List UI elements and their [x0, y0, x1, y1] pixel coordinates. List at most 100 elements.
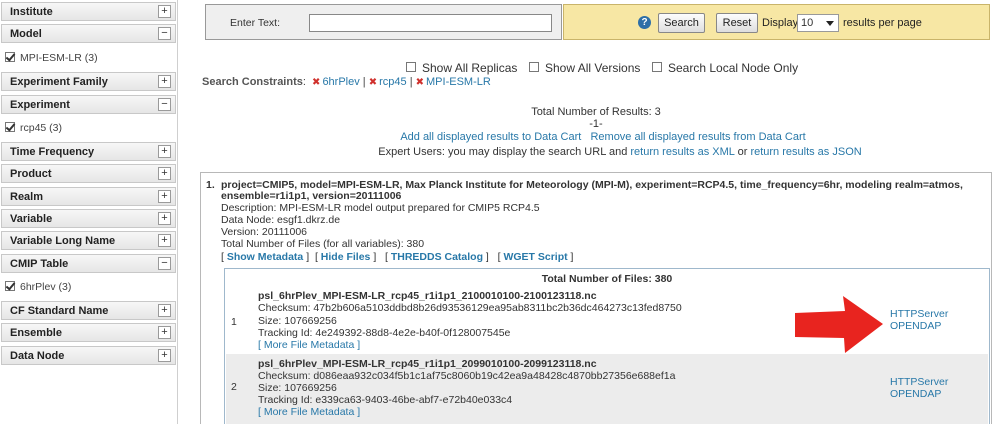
facet-variable[interactable]: Variable + — [1, 209, 176, 228]
search-text-panel: Enter Text: — [205, 4, 562, 40]
file-name: psl_6hrPlev_MPI-ESM-LR_rcp45_r1i1p1_2100… — [258, 290, 597, 302]
display-label: Display — [762, 17, 799, 29]
constraint-mpi-esm-lr[interactable]: MPI-ESM-LR — [426, 76, 491, 88]
red-arrow-icon — [795, 296, 883, 353]
facet-institute[interactable]: Institute + — [1, 2, 176, 21]
facet-title: CMIP Table — [10, 258, 69, 270]
facet-realm[interactable]: Realm + — [1, 187, 176, 206]
page-indicator[interactable]: -1- — [496, 118, 696, 130]
expand-icon[interactable]: + — [158, 190, 171, 203]
file-index: 2 — [231, 381, 237, 393]
opendap-link[interactable]: OPENDAP — [890, 320, 941, 332]
remove-constraint-icon[interactable]: ✖ — [369, 77, 377, 88]
results-per-page-label: results per page — [843, 17, 922, 29]
or-text: or — [737, 146, 748, 158]
facet-title: Model — [10, 28, 42, 40]
facet-title: Ensemble — [10, 327, 62, 339]
facet-time-frequency[interactable]: Time Frequency + — [1, 142, 176, 161]
total-results: Total Number of Results: 3 — [531, 106, 661, 118]
collapse-icon[interactable]: − — [158, 27, 171, 40]
result-description: Description: MPI-ESM-LR model output pre… — [221, 202, 540, 214]
expand-icon[interactable]: + — [158, 349, 171, 362]
constraint-rcp45[interactable]: rcp45 — [379, 76, 407, 88]
constraint-6hrplev[interactable]: 6hrPlev — [322, 76, 359, 88]
facet-value-mpi-esm-lr[interactable]: MPI-ESM-LR (3) — [5, 52, 98, 68]
httpserver-link[interactable]: HTTPServer — [890, 308, 948, 320]
more-file-metadata-link[interactable]: [ More File Metadata ] — [258, 339, 360, 351]
expand-icon[interactable]: + — [158, 212, 171, 225]
facet-value-6hrplev[interactable]: 6hrPlev (3) — [5, 281, 71, 297]
add-all-to-cart-link[interactable]: Add all displayed results to Data Cart — [400, 131, 581, 143]
expand-icon[interactable]: + — [158, 326, 171, 339]
results-json-link[interactable]: return results as JSON — [750, 146, 861, 158]
search-input[interactable] — [309, 14, 552, 32]
facet-model[interactable]: Model − — [1, 24, 176, 43]
facet-experiment-family[interactable]: Experiment Family + — [1, 72, 176, 91]
facet-variable-long-name[interactable]: Variable Long Name + — [1, 231, 176, 250]
file-checksum: Checksum: d086eaa932c034f5b1c1af75c8060b… — [258, 370, 676, 382]
wget-script-link[interactable]: WGET Script — [503, 251, 567, 263]
search-constraints: Search Constraints: ✖ 6hrPlev | ✖ rcp45 | … — [202, 76, 491, 88]
facet-title: Time Frequency — [10, 146, 95, 158]
facet-sidebar: Institute + Model − MPI-ESM-LR (3) Exper… — [0, 0, 178, 424]
remove-constraint-icon[interactable]: ✖ — [312, 77, 320, 88]
facet-title: Variable — [10, 213, 53, 225]
show-all-replicas-checkbox[interactable] — [406, 62, 416, 72]
facet-cmip-table[interactable]: CMIP Table − — [1, 254, 176, 273]
help-icon[interactable]: ? — [638, 16, 651, 29]
search-button[interactable]: Search — [658, 13, 705, 33]
reset-button[interactable]: Reset — [716, 13, 758, 33]
files-header: Total Number of Files: 380 — [541, 273, 673, 285]
search-local-node-checkbox[interactable] — [652, 62, 662, 72]
facet-ensemble[interactable]: Ensemble + — [1, 323, 176, 342]
result-number: 1. — [206, 179, 215, 191]
expand-icon[interactable]: + — [158, 234, 171, 247]
facet-product[interactable]: Product + — [1, 164, 176, 183]
facet-title: Variable Long Name — [10, 235, 116, 247]
show-metadata-link[interactable]: Show Metadata — [227, 251, 303, 263]
thredds-catalog-link[interactable]: THREDDS Catalog — [391, 251, 483, 263]
facet-experiment[interactable]: Experiment − — [1, 95, 176, 114]
facet-data-node[interactable]: Data Node + — [1, 346, 176, 365]
file-name: psl_6hrPlev_MPI-ESM-LR_rcp45_r1i1p1_2099… — [258, 358, 597, 370]
facet-title: Experiment Family — [10, 76, 108, 88]
file-tracking-id: Tracking Id: 4e249392-88d8-4e2e-b40f-0f1… — [258, 327, 511, 339]
file-tracking-id: Tracking Id: e339ca63-9403-46be-abf7-e72… — [258, 394, 513, 406]
checkbox[interactable] — [5, 281, 15, 291]
results-xml-link[interactable]: return results as XML — [630, 146, 734, 158]
show-all-replicas-option[interactable]: Show All Replicas — [406, 61, 517, 75]
results-per-page-select[interactable]: 10 — [797, 14, 839, 32]
checkbox[interactable] — [5, 122, 15, 132]
opendap-link[interactable]: OPENDAP — [890, 388, 941, 400]
facet-title: Experiment — [10, 99, 70, 111]
httpserver-link[interactable]: HTTPServer — [890, 376, 948, 388]
facet-title: CF Standard Name — [10, 305, 109, 317]
checkbox[interactable] — [5, 52, 15, 62]
facet-title: Institute — [10, 6, 53, 18]
result-title-line2: ensemble=r1i1p1, version=20111006 — [221, 190, 402, 202]
result-links: [ Show Metadata ] [ Hide Files ] [ THRED… — [221, 251, 574, 263]
result-total-files: Total Number of Files (for all variables… — [221, 238, 425, 250]
more-file-metadata-link[interactable]: [ More File Metadata ] — [258, 406, 360, 418]
constraints-label: Search Constraints — [202, 76, 303, 88]
expand-icon[interactable]: + — [158, 5, 171, 18]
facet-cf-standard-name[interactable]: CF Standard Name + — [1, 301, 176, 320]
hide-files-link[interactable]: Hide Files — [321, 251, 371, 263]
collapse-icon[interactable]: − — [158, 257, 171, 270]
expand-icon[interactable]: + — [158, 167, 171, 180]
expand-icon[interactable]: + — [158, 304, 171, 317]
collapse-icon[interactable]: − — [158, 98, 171, 111]
search-controls: ? Search Reset Display 10 results per pa… — [563, 4, 990, 40]
file-size: Size: 107669256 — [258, 382, 337, 394]
show-all-versions-checkbox[interactable] — [529, 62, 539, 72]
show-all-versions-option[interactable]: Show All Versions — [529, 61, 640, 75]
remove-all-from-cart-link[interactable]: Remove all displayed results from Data C… — [590, 131, 805, 143]
expert-users-text: Expert Users: you may display the search… — [378, 146, 628, 158]
remove-constraint-icon[interactable]: ✖ — [416, 77, 424, 88]
expand-icon[interactable]: + — [158, 145, 171, 158]
expand-icon[interactable]: + — [158, 75, 171, 88]
enter-text-label: Enter Text: — [230, 17, 280, 29]
search-local-node-option[interactable]: Search Local Node Only — [652, 61, 798, 75]
facet-value-rcp45[interactable]: rcp45 (3) — [5, 122, 62, 138]
facet-title: Data Node — [10, 350, 65, 362]
